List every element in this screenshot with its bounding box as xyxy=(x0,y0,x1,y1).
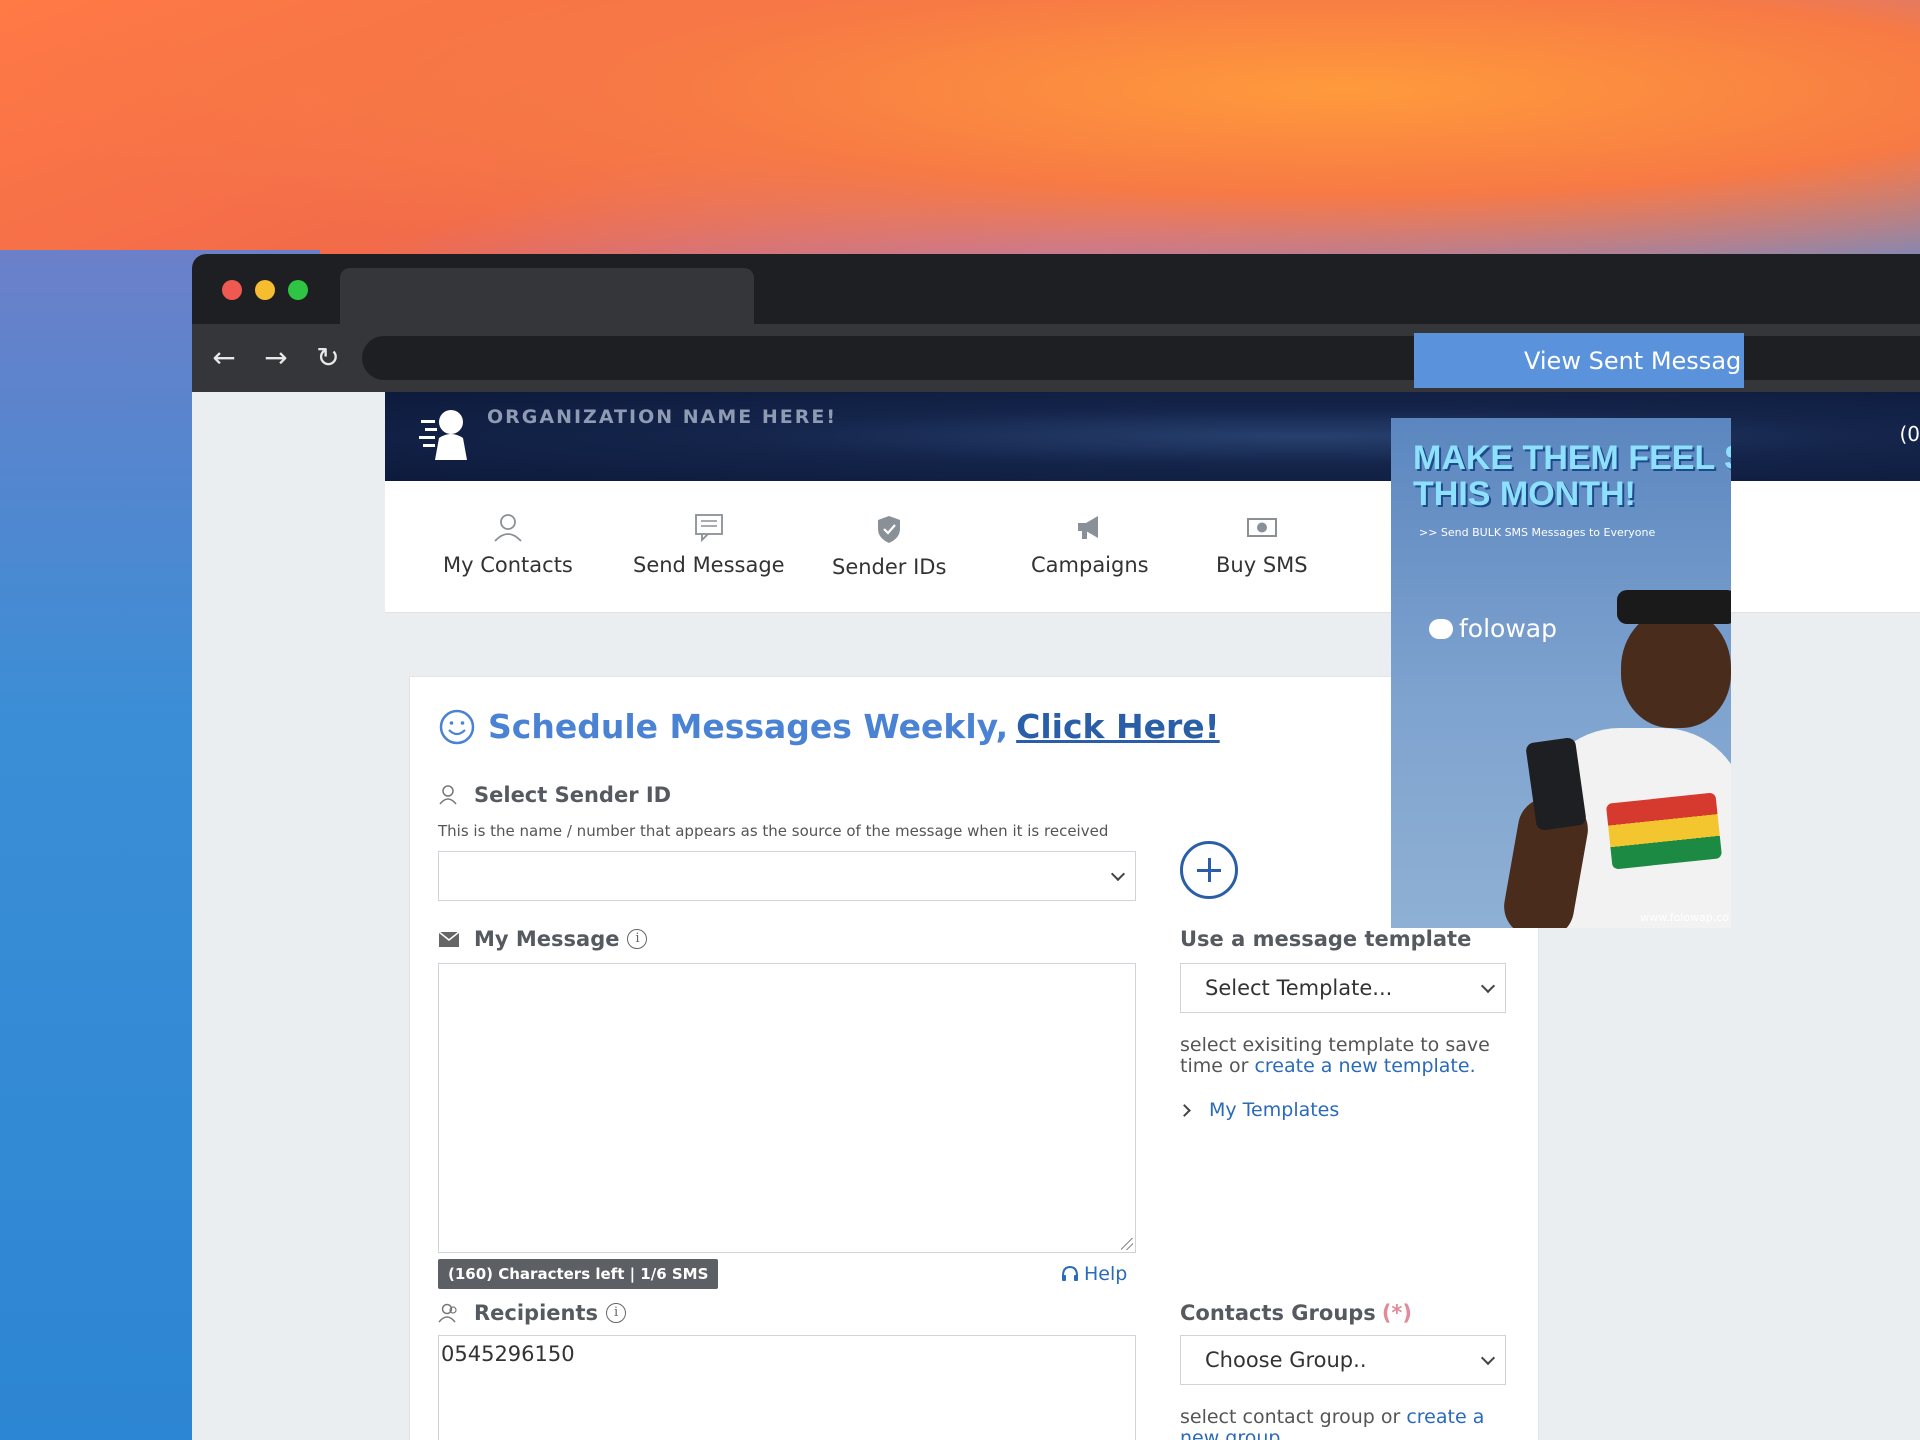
send-message-form: Schedule Messages Weekly, Click Here! Se… xyxy=(409,676,1539,1440)
sender-id-hint: This is the name / number that appears a… xyxy=(438,822,1109,840)
ad-brand-name: folowap xyxy=(1459,614,1557,643)
megaphone-icon xyxy=(1077,516,1098,539)
my-templates-label: My Templates xyxy=(1209,1099,1340,1121)
user-icon xyxy=(494,514,522,542)
chat-bubble-icon xyxy=(1429,618,1453,639)
nav-item-label: Campaigns xyxy=(1031,553,1149,577)
shield-icon xyxy=(878,516,901,543)
my-message-label-text: My Message xyxy=(474,927,620,951)
ad-title: MAKE THEM FEEL SPEC THIS MONTH! xyxy=(1413,440,1731,512)
minimize-window-button[interactable] xyxy=(255,280,275,300)
chevron-down-icon xyxy=(1480,978,1496,994)
logo-icon xyxy=(419,410,467,460)
nav-item-buy-sms[interactable]: Buy SMS xyxy=(1216,511,1308,577)
chevron-right-icon xyxy=(1178,1103,1191,1117)
reload-icon[interactable]: ↻ xyxy=(308,338,348,378)
message-textarea[interactable] xyxy=(438,963,1136,1253)
template-select-value: Select Template... xyxy=(1205,976,1393,1000)
group-hint: select contact group or create a new gro… xyxy=(1180,1407,1490,1440)
template-hint: select exisiting template to save time o… xyxy=(1180,1035,1490,1077)
template-label: Use a message template xyxy=(1180,927,1472,951)
ad-sunglasses xyxy=(1617,590,1731,624)
nav-item-label: Buy SMS xyxy=(1216,553,1308,577)
ad-person-head xyxy=(1621,608,1731,728)
required-marker: (*) xyxy=(1381,1301,1412,1325)
nav-item-sender-ids[interactable]: Sender IDs xyxy=(832,513,946,579)
ad-url: www.folowap.co xyxy=(1640,911,1729,924)
recipients-label: Recipients i xyxy=(438,1301,627,1325)
envelope-icon xyxy=(438,931,460,947)
my-templates-link[interactable]: My Templates xyxy=(1178,1099,1340,1121)
group-hint-text: select contact group or xyxy=(1180,1406,1407,1428)
my-message-label: My Message i xyxy=(438,927,648,951)
contacts-group-select[interactable]: Choose Group.. xyxy=(1180,1335,1506,1385)
sender-id-select[interactable] xyxy=(438,851,1136,901)
ad-title-line1: MAKE THEM FEEL SPEC xyxy=(1413,439,1731,477)
back-arrow-icon[interactable]: ← xyxy=(204,338,244,378)
recipients-label-text: Recipients xyxy=(474,1301,599,1325)
close-window-button[interactable] xyxy=(222,280,242,300)
user-icon xyxy=(439,785,457,805)
headset-icon xyxy=(1062,1265,1078,1281)
view-sent-messages-button[interactable]: View Sent Messag xyxy=(1414,333,1744,388)
message-icon xyxy=(694,514,723,543)
add-sender-id-button[interactable] xyxy=(1180,841,1238,899)
chevron-down-icon xyxy=(1480,1350,1496,1366)
contacts-groups-label-text: Contacts Groups xyxy=(1180,1301,1376,1325)
browser-tab[interactable] xyxy=(340,268,754,324)
contacts-group-value: Choose Group.. xyxy=(1205,1348,1367,1372)
help-link[interactable]: Help xyxy=(1060,1263,1127,1285)
maximize-window-button[interactable] xyxy=(288,280,308,300)
contacts-groups-label: Contacts Groups (*) xyxy=(1180,1301,1412,1325)
template-select[interactable]: Select Template... xyxy=(1180,963,1506,1013)
nav-item-label: Sender IDs xyxy=(832,555,947,579)
browser-titlebar xyxy=(192,254,1920,324)
nav-item-label: Send Message xyxy=(633,553,785,577)
ad-brand: folowap xyxy=(1429,614,1557,643)
create-template-link[interactable]: create a new template. xyxy=(1254,1055,1475,1077)
resize-handle-icon[interactable] xyxy=(1121,1238,1133,1250)
promo-text: Schedule Messages Weekly, xyxy=(488,707,1009,746)
ad-flag-graphic xyxy=(1605,792,1723,870)
nav-item-my-contacts[interactable]: My Contacts xyxy=(443,511,573,577)
nav-item-send-message[interactable]: Send Message xyxy=(633,511,785,577)
users-icon xyxy=(438,1303,457,1323)
info-icon[interactable]: i xyxy=(627,929,648,949)
sender-id-label: Select Sender ID xyxy=(438,783,671,807)
chevron-down-icon xyxy=(1110,866,1126,882)
schedule-link[interactable]: Click Here! xyxy=(1016,707,1220,746)
ad-title-line2: THIS MONTH! xyxy=(1413,475,1636,513)
ad-subtitle: >> Send BULK SMS Messages to Everyone xyxy=(1419,526,1656,539)
forward-arrow-icon[interactable]: → xyxy=(256,338,296,378)
money-icon xyxy=(1246,518,1277,537)
recipients-input[interactable]: 0545296150 xyxy=(438,1335,1136,1440)
nav-item-label: My Contacts xyxy=(443,553,573,577)
character-counter: (160) Characters left | 1/6 SMS xyxy=(438,1259,719,1289)
help-label: Help xyxy=(1084,1263,1128,1285)
advert-banner[interactable]: MAKE THEM FEEL SPEC THIS MONTH! >> Send … xyxy=(1391,418,1731,928)
info-icon[interactable]: i xyxy=(606,1303,627,1323)
banner-edge-text: (0 xyxy=(1899,422,1920,446)
sender-id-label-text: Select Sender ID xyxy=(474,783,672,807)
schedule-promo: Schedule Messages Weekly, Click Here! xyxy=(438,707,1220,746)
nav-item-campaigns[interactable]: Campaigns xyxy=(1031,511,1149,577)
organization-name: ORGANIZATION NAME HERE! xyxy=(487,406,838,428)
smiley-icon xyxy=(439,709,475,744)
